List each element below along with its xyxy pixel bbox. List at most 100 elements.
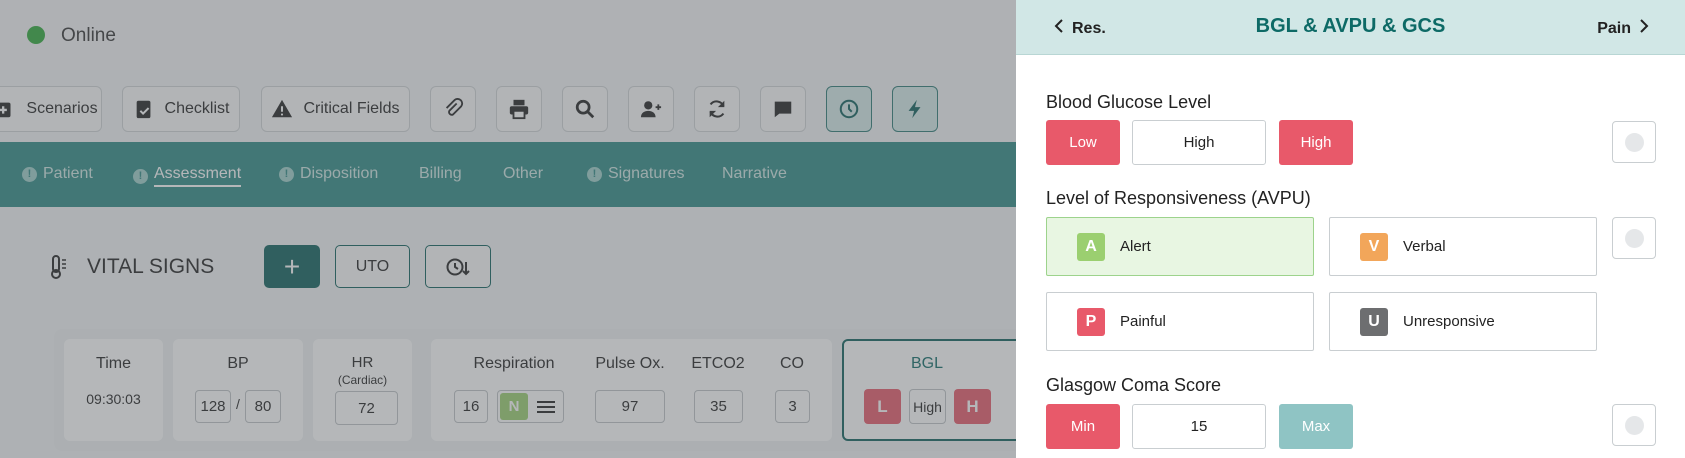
search-icon (575, 99, 595, 119)
warning-icon: ! (279, 166, 294, 182)
next-section-button[interactable]: Pain (1597, 19, 1649, 38)
etco2-label: ETCO2 (691, 355, 745, 372)
bgl-high-button[interactable]: High (1279, 120, 1353, 165)
bp-label: BP (227, 355, 249, 372)
uto-button[interactable]: UTO (335, 245, 410, 288)
pulse-ox-label: Pulse Ox. (595, 355, 665, 372)
bgl-low-button[interactable]: Low (1046, 120, 1120, 165)
avpu-section-title: Level of Responsiveness (AVPU) (1046, 188, 1311, 208)
critical-fields-button[interactable]: Critical Fields (261, 86, 410, 132)
warning-icon: ! (587, 166, 602, 182)
unresponsive-label: Unresponsive (1403, 313, 1495, 330)
time-value: 09:30:03 (86, 391, 141, 407)
quick-action-button[interactable] (892, 86, 938, 132)
bp-diastolic-field[interactable]: 80 (245, 390, 281, 423)
printer-icon (509, 99, 529, 120)
clipboard-check-icon (136, 100, 150, 119)
tab-narrative[interactable]: Narrative (722, 165, 787, 183)
radio-indicator (1625, 416, 1644, 435)
radio-indicator (1625, 229, 1644, 248)
bp-separator: / (236, 396, 240, 412)
bgl-value-field[interactable]: High (1132, 120, 1266, 165)
verbal-badge: V (1360, 232, 1388, 261)
warning-icon: ! (22, 166, 37, 182)
co-field[interactable]: 3 (775, 390, 810, 423)
alert-label: Alert (1120, 238, 1151, 255)
add-vitals-button[interactable]: + (264, 245, 320, 288)
attachment-button[interactable] (430, 86, 476, 132)
thermometer-icon (51, 255, 66, 279)
respiration-field[interactable]: 16 (454, 390, 488, 423)
add-user-button[interactable] (628, 86, 674, 132)
gcs-not-assessed-toggle[interactable] (1612, 404, 1656, 446)
add-user-icon (640, 101, 662, 118)
checklist-button[interactable]: Checklist (122, 86, 240, 132)
critical-fields-label: Critical Fields (303, 100, 400, 117)
normal-badge: N (500, 393, 528, 420)
scenarios-label: Scenarios (26, 100, 98, 117)
scenarios-button[interactable]: Scenarios (0, 86, 102, 132)
gcs-value-field[interactable]: 15 (1132, 404, 1266, 449)
tab-assessment[interactable]: ! Assessment (133, 165, 242, 187)
checklist-label: Checklist (164, 100, 230, 117)
warning-icon: ! (133, 168, 148, 184)
bgl-label: BGL (910, 355, 943, 372)
timer-button[interactable] (826, 86, 872, 132)
search-button[interactable] (562, 86, 608, 132)
gcs-max-button[interactable]: Max (1279, 404, 1353, 449)
verbal-label: Verbal (1403, 238, 1446, 255)
paperclip-icon (445, 98, 464, 116)
avpu-painful-option[interactable]: P Painful (1046, 292, 1314, 351)
print-button[interactable] (496, 86, 542, 132)
bgl-value[interactable]: High (909, 389, 946, 424)
avpu-unresponsive-option[interactable]: U Unresponsive (1329, 292, 1597, 351)
bp-systolic-field[interactable]: 128 (195, 390, 231, 423)
etco2-field[interactable]: 35 (694, 390, 743, 423)
next-section-label: Pain (1597, 20, 1631, 37)
avpu-not-assessed-toggle[interactable] (1612, 217, 1656, 259)
warning-icon (272, 99, 293, 118)
chat-icon (774, 101, 792, 118)
menu-icon (537, 400, 555, 413)
alert-badge: A (1077, 232, 1105, 261)
lightning-icon (908, 99, 921, 119)
refresh-icon (709, 100, 725, 118)
pulse-ox-field[interactable]: 97 (595, 390, 665, 423)
radio-indicator (1625, 133, 1644, 152)
tab-patient[interactable]: ! Patient (22, 165, 93, 183)
time-label: Time (96, 355, 131, 372)
tab-disposition[interactable]: ! Disposition (279, 165, 378, 183)
bgl-high-indicator: H (954, 389, 991, 424)
hr-field[interactable]: 72 (335, 391, 398, 425)
panel-header: Res. BGL & AVPU & GCS Pain (1016, 0, 1685, 55)
vitals-history-button[interactable] (425, 245, 491, 288)
online-status-icon (27, 26, 45, 44)
tab-other[interactable]: Other (503, 165, 543, 183)
painful-badge: P (1077, 307, 1105, 336)
panel-title: BGL & AVPU & GCS (1255, 15, 1446, 37)
unresponsive-badge: U (1360, 307, 1388, 336)
hr-sublabel: (Cardiac) (337, 373, 388, 387)
gcs-min-button[interactable]: Min (1046, 404, 1120, 449)
refresh-button[interactable] (694, 86, 740, 132)
chat-button[interactable] (760, 86, 806, 132)
assessment-panel: Res. BGL & AVPU & GCS Pain Blood Glucose… (1016, 0, 1685, 458)
online-status-label: Online (61, 25, 116, 46)
tab-signatures[interactable]: ! Signatures (587, 165, 685, 183)
add-scenario-icon (0, 102, 11, 118)
avpu-alert-option[interactable]: A Alert (1046, 217, 1314, 276)
painful-label: Painful (1120, 313, 1166, 330)
bgl-section-title: Blood Glucose Level (1046, 92, 1212, 112)
bgl-not-assessed-toggle[interactable] (1612, 121, 1656, 163)
clock-history-icon (446, 258, 470, 275)
respiration-quality-field[interactable]: N (497, 390, 564, 423)
chevron-right-icon (1640, 19, 1649, 33)
gcs-section-title: Glasgow Coma Score (1046, 375, 1222, 395)
avpu-verbal-option[interactable]: V Verbal (1329, 217, 1597, 276)
co-label: CO (780, 355, 804, 372)
hr-label: HR (351, 354, 374, 371)
clock-icon (839, 99, 859, 119)
respiration-label: Respiration (473, 355, 555, 372)
tab-billing[interactable]: Billing (419, 165, 462, 183)
vital-signs-title: VITAL SIGNS (87, 255, 215, 278)
